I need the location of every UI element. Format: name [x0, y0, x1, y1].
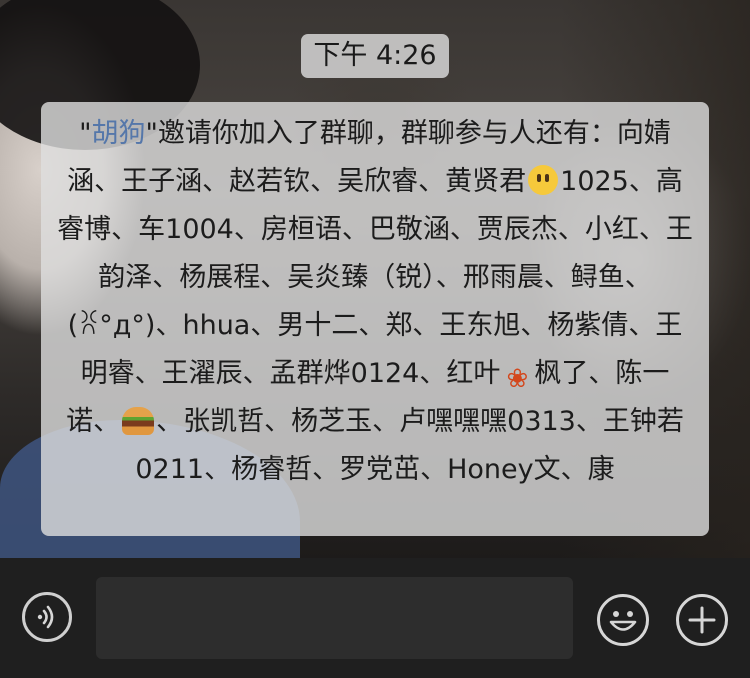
maple-leaf-emoji: ❀ — [506, 364, 529, 394]
hamburger-emoji — [122, 407, 155, 435]
more-button[interactable] — [676, 594, 728, 646]
quote-close: " — [145, 118, 158, 149]
quote-open: " — [79, 118, 92, 149]
member-list-part-2: 1025、高睿博、车1004、房桓语、巴敬涵、贾辰杰、小红、王韵泽、杨展程、吴炎… — [57, 166, 693, 389]
voice-icon — [37, 605, 54, 629]
emoji-face-icon — [609, 611, 637, 631]
smile-emoji — [528, 165, 559, 195]
group-invite-notice: "胡狗"邀请你加入了群聊，群聊参与人还有：向婧涵、王子涵、赵若钦、吴欣睿、黄贤君… — [41, 102, 709, 536]
message-input[interactable] — [96, 577, 573, 659]
emoji-button[interactable] — [597, 594, 649, 646]
inviter-link[interactable]: 胡狗 — [92, 118, 146, 149]
timestamp-label: 下午 4:26 — [301, 34, 449, 78]
invite-intro-text: 邀请你加入了群聊，群聊参与人还有： — [157, 118, 617, 149]
voice-button[interactable] — [22, 592, 72, 642]
plus-icon — [688, 606, 716, 634]
member-list-part-4: 、张凯哲、杨芝玉、卢嘿嘿嘿0313、王钟若0211、杨睿哲、罗党茁、Honey文… — [135, 406, 684, 485]
